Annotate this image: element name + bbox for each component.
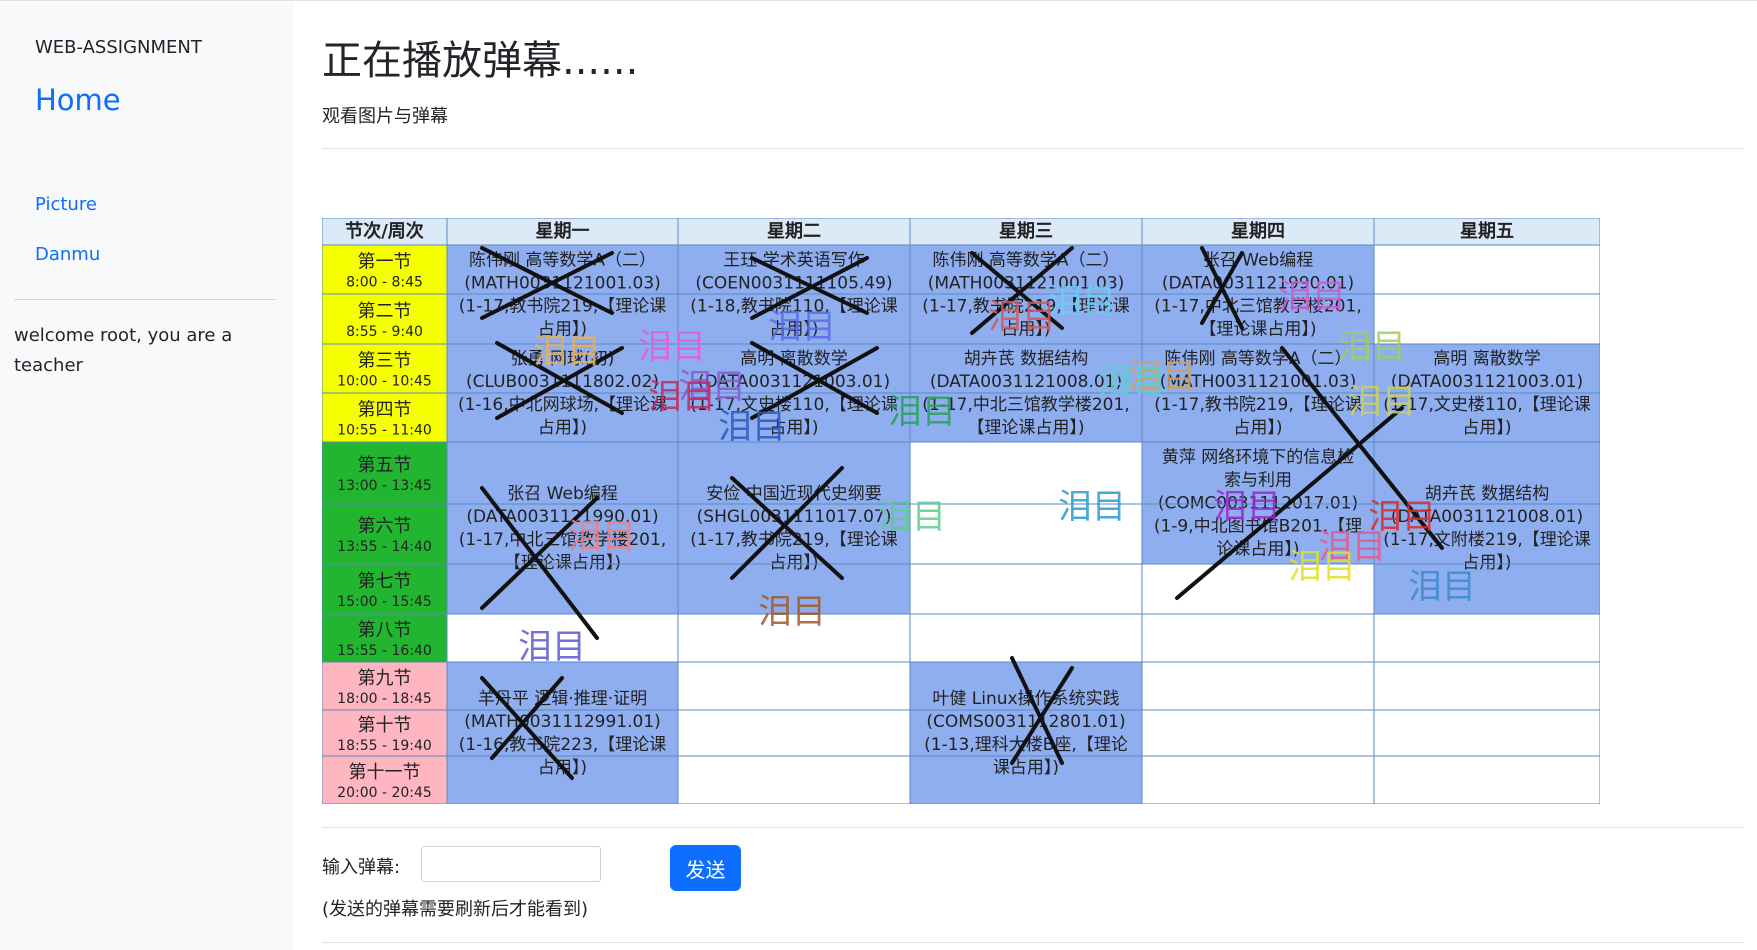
danmu-comment: 泪目 <box>533 332 601 372</box>
danmu-comment: 泪目 <box>1288 547 1356 587</box>
course-text: 高明 离散数学 <box>1433 349 1540 369</box>
schedule-image: 节次/周次 星期一 星期二 星期三 星期四 星期五第一节 8:00 - 8:45 第二节 8:5… <box>322 218 1600 804</box>
home-link[interactable]: Home <box>35 83 121 117</box>
danmu-comment: 泪目 <box>1098 362 1166 402</box>
schedule-day-header: 星期四 <box>1231 221 1285 242</box>
course-text: (1-16,教书院223,【理论课 <box>459 735 666 755</box>
danmu-comment: 泪目 <box>758 592 826 632</box>
course-text: (1-17,教书院219,【理论课 <box>1154 395 1361 415</box>
sidebar-divider <box>14 299 276 300</box>
danmu-input-label: 输入弹幕: <box>322 857 401 878</box>
welcome-text: welcome root, you are a teacher <box>14 325 233 376</box>
send-button[interactable]: 发送 <box>670 845 741 891</box>
period-name: 第一节 <box>358 252 412 273</box>
danmu-comment: 泪目 <box>718 407 786 447</box>
period-time: 8:55 - 9:40 <box>346 324 423 340</box>
page-title: 正在播放弹幕...... <box>322 38 639 84</box>
course-text: 课占用】) <box>993 758 1059 778</box>
course-text: 占用】) <box>538 418 587 438</box>
brand-title: WEB-ASSIGNMENT <box>35 37 202 58</box>
period-name: 第三节 <box>358 351 412 372</box>
course-text: (DATA0031121003.01) <box>1391 372 1583 392</box>
period-time: 15:55 - 16:40 <box>337 643 432 659</box>
divider <box>322 942 1744 943</box>
danmu-comment: 泪目 <box>1348 382 1416 422</box>
period-name: 第六节 <box>358 516 412 537</box>
page-subtitle: 观看图片与弹幕 <box>322 106 448 127</box>
schedule-day-header: 星期一 <box>536 221 590 242</box>
schedule-corner-header: 节次/周次 <box>345 220 424 242</box>
period-time: 13:55 - 14:40 <box>337 539 432 555</box>
period-time: 13:00 - 13:45 <box>337 478 432 494</box>
period-name: 第五节 <box>358 455 412 476</box>
period-name: 第二节 <box>358 301 412 322</box>
sidebar: WEB-ASSIGNMENT Home Picture Danmu welcom… <box>0 1 293 950</box>
danmu-input[interactable] <box>421 846 601 882</box>
course-text: (COMS0031112801.01) <box>926 712 1125 732</box>
course-text: 张召 Web编程 <box>1203 251 1313 271</box>
course-text: 张召 Web编程 <box>507 484 617 504</box>
nav-link-danmu[interactable]: Danmu <box>35 244 100 265</box>
period-name: 第十节 <box>358 715 412 736</box>
danmu-comment: 泪目 <box>648 377 716 417</box>
course-text: 占用】) <box>1233 418 1282 438</box>
course-text: 占用】) <box>1462 418 1511 438</box>
course-text: 胡卉芪 数据结构 <box>1425 484 1549 504</box>
danmu-comment: 泪目 <box>638 327 706 367</box>
danmu-comment: 泪目 <box>1338 327 1406 367</box>
course-text: (MATH0031112991.01) <box>464 712 661 732</box>
danmu-comment: 泪目 <box>1213 487 1281 527</box>
danmu-comment: 泪目 <box>1278 277 1346 317</box>
nav-link-picture[interactable]: Picture <box>35 194 97 215</box>
course-text: 陈伟刚 高等数学A（二） <box>932 251 1119 271</box>
danmu-comment: 泪目 <box>768 307 836 347</box>
course-text: 安俭 中国近现代史纲要 <box>706 484 881 504</box>
course-text: 黄萍 网络环境下的信息检 <box>1162 448 1354 468</box>
danmu-comment: 泪目 <box>878 497 946 537</box>
period-time: 8:00 - 8:45 <box>346 275 423 291</box>
danmu-comment: 泪目 <box>1368 497 1436 537</box>
danmu-comment: 泪目 <box>1048 282 1116 322</box>
period-name: 第九节 <box>358 668 412 689</box>
course-text: 王珏 学术英语写作 <box>723 251 864 271</box>
period-name: 第八节 <box>358 620 412 641</box>
period-time: 15:00 - 15:45 <box>337 594 432 610</box>
course-block <box>447 442 678 614</box>
course-text: (1-16,中北网球场,【理论课 <box>458 395 667 415</box>
course-text: 【理论课占用】) <box>967 418 1084 438</box>
period-time: 20:00 - 20:45 <box>337 785 432 801</box>
schedule-day-header: 星期三 <box>999 221 1053 242</box>
course-text: (DATA0031121008.01) <box>930 372 1122 392</box>
course-block <box>447 662 678 804</box>
schedule-header-row <box>322 218 1600 245</box>
danmu-comment: 泪目 <box>568 517 636 557</box>
refresh-note: (发送的弹幕需要刷新后才能看到) <box>322 899 589 920</box>
danmu-comment: 泪目 <box>1058 487 1126 527</box>
danmu-comment: 泪目 <box>1408 567 1476 607</box>
period-time: 10:00 - 10:45 <box>337 374 432 390</box>
divider <box>322 827 1744 828</box>
schedule-day-header: 星期二 <box>767 221 821 242</box>
schedule-day-header: 星期五 <box>1460 221 1514 242</box>
period-time: 18:00 - 18:45 <box>337 691 432 707</box>
danmu-comment: 泪目 <box>988 297 1056 337</box>
course-block <box>678 442 910 614</box>
period-time: 18:55 - 19:40 <box>337 738 432 754</box>
course-text: 胡卉芪 数据结构 <box>964 349 1088 369</box>
danmu-comment: 泪目 <box>888 392 956 432</box>
course-text: 【理论课占用】) <box>1199 320 1316 340</box>
danmu-comment: 泪目 <box>518 627 586 667</box>
period-time: 10:55 - 11:40 <box>337 423 432 439</box>
period-name: 第十一节 <box>349 762 421 783</box>
period-name: 第七节 <box>358 571 412 592</box>
period-name: 第四节 <box>358 400 412 421</box>
course-text: 占用】) <box>769 553 818 573</box>
divider <box>322 148 1744 149</box>
